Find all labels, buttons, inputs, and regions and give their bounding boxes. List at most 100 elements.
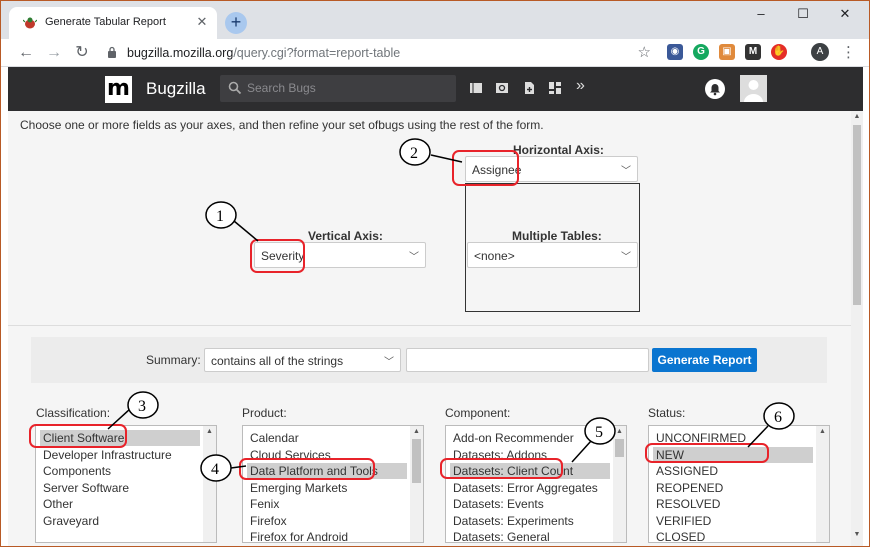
chevron-down-icon: ﹀ <box>621 166 631 177</box>
component-listbox[interactable]: Add-on Recommender Datasets: Addons Data… <box>445 425 627 543</box>
list-item[interactable]: Firefox for Android <box>250 529 348 542</box>
search-icon <box>228 81 242 95</box>
minimize-icon[interactable]: – <box>741 1 781 31</box>
list-item[interactable]: Datasets: Experiments <box>453 513 574 529</box>
scroll-down-icon[interactable]: ▼ <box>851 529 863 541</box>
notifications-bell-icon[interactable] <box>705 79 725 99</box>
scrollbar-thumb[interactable] <box>412 439 421 483</box>
scroll-up-icon[interactable]: ▲ <box>816 426 829 438</box>
adblock-icon[interactable]: ✋ <box>771 44 787 60</box>
new-bug-icon[interactable] <box>522 81 536 95</box>
new-tab-button[interactable]: + <box>225 12 247 34</box>
summary-label: Summary: <box>146 353 201 367</box>
vertical-axis-select[interactable]: Severity ﹀ <box>254 242 426 268</box>
intro-text: Choose one or more fields as your axes, … <box>20 118 544 132</box>
list-item[interactable]: Components <box>43 463 111 479</box>
listbox-scrollbar[interactable]: ▲ <box>816 426 829 542</box>
browser-tab[interactable]: Generate Tabular Report ✕ <box>9 7 217 39</box>
dashboard-icon[interactable] <box>548 81 562 95</box>
scroll-up-icon[interactable]: ▲ <box>203 426 216 438</box>
list-item[interactable]: CLOSED <box>656 529 705 542</box>
scrollbar-thumb[interactable] <box>615 439 624 457</box>
scroll-up-icon[interactable]: ▲ <box>410 426 423 438</box>
status-label: Status: <box>648 406 686 420</box>
list-item[interactable]: ASSIGNED <box>656 463 718 479</box>
list-item[interactable]: Client Software <box>40 430 200 446</box>
address-bar[interactable]: bugzilla.mozilla.org/query.cgi?format=re… <box>99 41 659 65</box>
multiple-tables-box: Multiple Tables: <none> ﹀ <box>465 183 640 312</box>
extension-1-icon[interactable]: ◉ <box>667 44 683 60</box>
extension-m-icon[interactable]: M <box>745 44 761 60</box>
page-scrollbar[interactable]: ▲ ▼ <box>851 111 863 546</box>
summary-text-input[interactable] <box>406 348 649 372</box>
status-listbox[interactable]: UNCONFIRMED NEW ASSIGNED REOPENED RESOLV… <box>648 425 830 543</box>
listbox-scrollbar[interactable]: ▲ <box>410 426 423 542</box>
mozilla-logo[interactable]: m <box>105 76 132 103</box>
list-item[interactable]: NEW <box>653 447 813 463</box>
grammarly-icon[interactable]: G <box>693 44 709 60</box>
list-item[interactable]: UNCONFIRMED <box>656 430 746 446</box>
list-item[interactable]: Datasets: Client Count <box>450 463 610 479</box>
window-close-icon[interactable]: ✕ <box>825 1 865 31</box>
more-chevrons-icon[interactable]: » <box>576 77 590 94</box>
summary-operator-select[interactable]: contains all of the strings ﹀ <box>204 348 401 372</box>
component-label: Component: <box>445 406 511 420</box>
reload-icon[interactable]: ↻ <box>71 42 93 64</box>
product-listbox[interactable]: Calendar Cloud Services Data Platform an… <box>242 425 424 543</box>
horizontal-axis-select[interactable]: Assignee ﹀ <box>465 156 638 182</box>
scroll-up-icon[interactable]: ▲ <box>613 426 626 438</box>
user-avatar[interactable] <box>740 75 767 102</box>
saved-search-icon[interactable] <box>495 81 509 95</box>
list-item[interactable]: RESOLVED <box>656 496 720 512</box>
list-item[interactable]: Server Software <box>43 480 129 496</box>
bookmark-star-icon[interactable]: ☆ <box>638 43 651 61</box>
scroll-up-icon[interactable]: ▲ <box>851 111 863 123</box>
back-arrow-icon[interactable]: ← <box>15 42 37 64</box>
bug-list-icon[interactable] <box>469 81 483 95</box>
extension-3-icon[interactable]: ▣ <box>719 44 735 60</box>
url-text: bugzilla.mozilla.org/query.cgi?format=re… <box>127 46 400 60</box>
list-item[interactable]: REOPENED <box>656 480 723 496</box>
summary-operator-value: contains all of the strings <box>211 354 344 368</box>
list-item[interactable]: Other <box>43 496 73 512</box>
list-item[interactable]: Datasets: Error Aggregates <box>453 480 598 496</box>
scrollbar-thumb[interactable] <box>853 125 861 305</box>
list-item[interactable]: Graveyard <box>43 513 99 529</box>
list-item[interactable]: Datasets: General <box>453 529 550 542</box>
listbox-scrollbar[interactable]: ▲ <box>203 426 216 542</box>
list-item[interactable]: Fenix <box>250 496 279 512</box>
bugzilla-header: m Bugzilla » <box>8 67 863 111</box>
list-item[interactable]: Datasets: Addons <box>453 447 547 463</box>
list-item[interactable]: Data Platform and Tools <box>247 463 407 479</box>
profile-avatar[interactable]: A <box>811 43 829 61</box>
list-item[interactable]: Calendar <box>250 430 299 446</box>
listbox-scrollbar[interactable]: ▲ <box>613 426 626 542</box>
multiple-tables-value: <none> <box>474 249 515 263</box>
list-item[interactable]: Add-on Recommender <box>453 430 574 446</box>
forward-arrow-icon[interactable]: → <box>43 42 65 64</box>
search-input[interactable] <box>247 79 447 97</box>
tab-close-icon[interactable]: ✕ <box>195 15 209 29</box>
horizontal-axis-value: Assignee <box>472 163 522 177</box>
list-item[interactable]: Developer Infrastructure <box>43 447 172 463</box>
multiple-tables-select[interactable]: <none> ﹀ <box>467 242 638 268</box>
url-path: /query.cgi?format=report-table <box>233 46 401 60</box>
list-item[interactable]: Cloud Services <box>250 447 331 463</box>
chrome-menu-icon[interactable]: ⋮ <box>841 43 856 61</box>
classification-listbox[interactable]: Client Software Developer Infrastructure… <box>35 425 217 543</box>
list-item[interactable]: Firefox <box>250 513 287 529</box>
list-item[interactable]: Datasets: Events <box>453 496 544 512</box>
chevron-down-icon: ﹀ <box>409 252 419 263</box>
horizontal-axis-label: Horizontal Axis: <box>513 143 604 157</box>
maximize-icon[interactable]: ☐ <box>783 1 823 31</box>
generate-report-button[interactable]: Generate Report <box>652 348 757 372</box>
search-box[interactable] <box>220 75 456 102</box>
list-item[interactable]: Emerging Markets <box>250 480 347 496</box>
url-host: bugzilla.mozilla.org <box>127 46 234 60</box>
browser-toolbar: ← → ↻ bugzilla.mozilla.org/query.cgi?for… <box>1 39 869 67</box>
list-item[interactable]: VERIFIED <box>656 513 711 529</box>
section-divider <box>8 325 851 326</box>
tab-strip: Generate Tabular Report ✕ + – ☐ ✕ <box>1 1 869 39</box>
chevron-down-icon: ﹀ <box>621 252 631 263</box>
app-title[interactable]: Bugzilla <box>146 79 206 99</box>
